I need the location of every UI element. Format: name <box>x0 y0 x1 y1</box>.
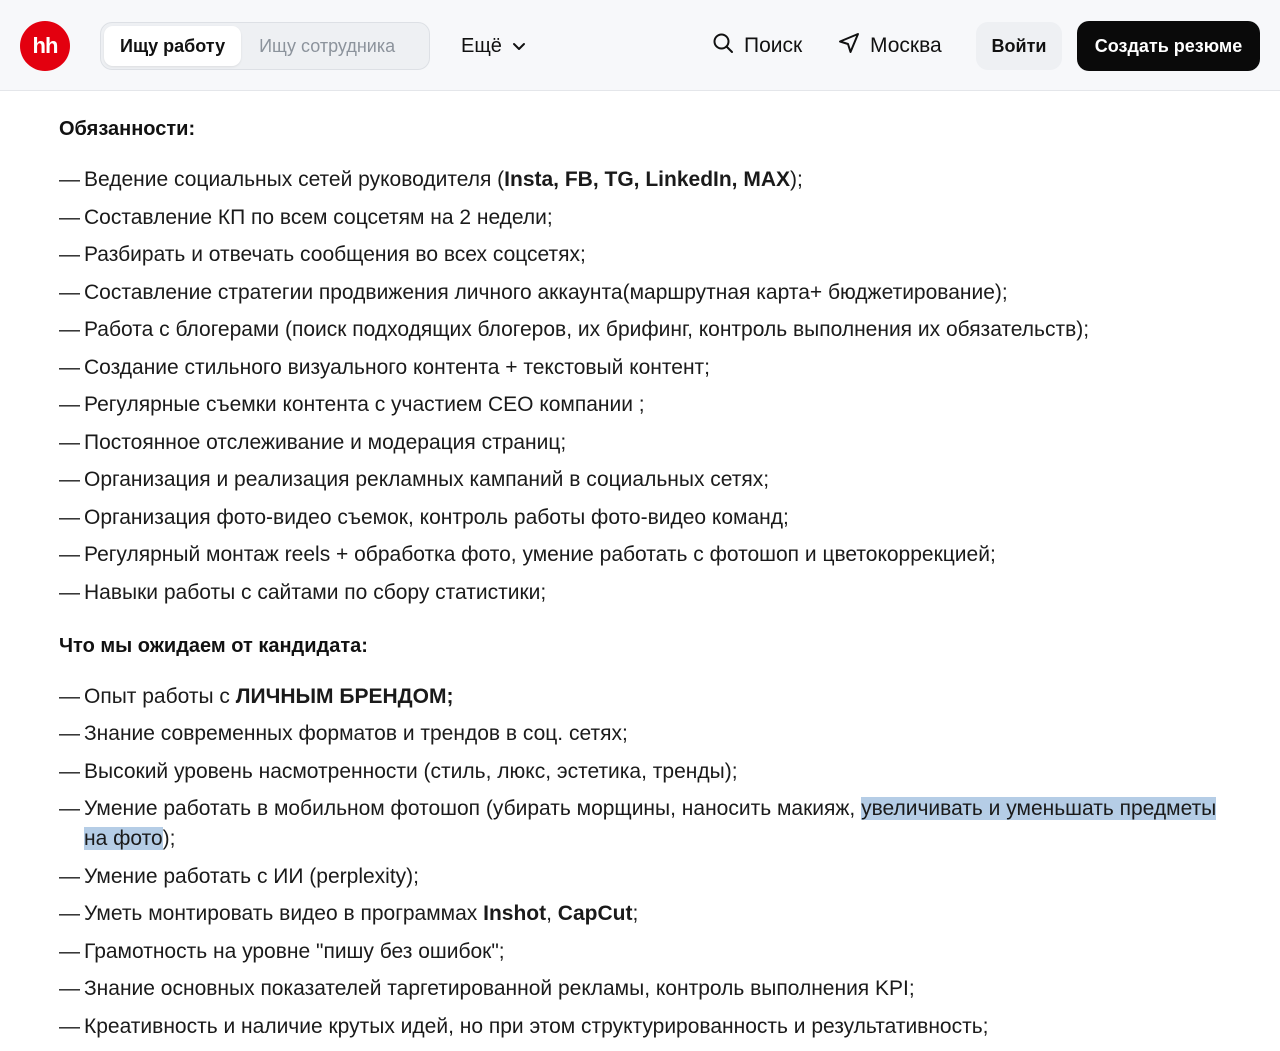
requirements-list: Опыт работы с ЛИЧНЫМ БРЕНДОМ; Знание сов… <box>59 682 1229 1042</box>
more-menu-button[interactable]: Ещё <box>461 22 526 70</box>
list-item: Работа с блогерами (поиск подходящих бло… <box>59 315 1229 345</box>
chevron-down-icon <box>512 35 526 58</box>
tab-job-seeker[interactable]: Ищу работу <box>104 26 242 66</box>
duties-title: Обязанности: <box>59 118 196 140</box>
list-item: Организация фото-видео съемок, контроль … <box>59 503 1229 533</box>
list-item: Грамотность на уровне "пишу без ошибок"; <box>59 937 1229 967</box>
list-item: Регулярные съемки контента с участием CE… <box>59 390 1229 420</box>
list-item: Знание основных показателей таргетирован… <box>59 974 1229 1004</box>
list-item: Высокий уровень насмотренности (стиль, л… <box>59 757 1229 787</box>
more-label: Ещё <box>461 34 502 57</box>
city-selector[interactable]: Москва <box>838 22 942 70</box>
list-item: Опыт работы с ЛИЧНЫМ БРЕНДОМ; <box>59 682 1229 712</box>
list-item: Знание современных форматов и трендов в … <box>59 719 1229 749</box>
list-item: Регулярный монтаж reels + обработка фото… <box>59 540 1229 570</box>
list-item: Создание стильного визуального контента … <box>59 353 1229 383</box>
social-networks-bold: Insta, FB, TG, LinkedIn, MAX <box>504 168 791 191</box>
requirements-title: Что мы ожидаем от кандидата: <box>59 634 368 657</box>
list-item: Умение работать с ИИ (perplexity); <box>59 862 1229 892</box>
search-label: Поиск <box>744 34 803 57</box>
hh-logo[interactable]: hh <box>20 21 70 71</box>
vacancy-description: Обязанности: Ведение социальных сетей ру… <box>59 91 1229 1049</box>
list-item: Разбирать и отвечать сообщения во всех с… <box>59 240 1229 270</box>
list-item: Организация и реализация рекламных кампа… <box>59 465 1229 495</box>
tab-employer[interactable]: Ищу сотрудника <box>241 26 411 66</box>
personal-brand-bold: ЛИЧНЫМ БРЕНДОМ; <box>235 684 454 708</box>
search-button[interactable]: Поиск <box>712 22 802 70</box>
role-switch: Ищу работу Ищу сотрудника <box>100 22 430 70</box>
list-item: Постоянное отслеживание и модерация стра… <box>59 428 1229 458</box>
search-icon <box>712 32 734 60</box>
inshot-bold: Inshot <box>483 902 547 925</box>
list-item: Составление КП по всем соцсетям на 2 нед… <box>59 203 1229 233</box>
duties-list: Ведение социальных сетей руководителя (I… <box>59 165 1229 608</box>
list-item: Креативность и наличие крутых идей, но п… <box>59 1012 1229 1042</box>
list-item: Составление стратегии продвижения личног… <box>59 278 1229 308</box>
list-item: Умение работать в мобильном фотошоп (уби… <box>59 794 1229 854</box>
list-item: Ведение социальных сетей руководителя (I… <box>59 165 1229 195</box>
login-button[interactable]: Войти <box>976 22 1062 70</box>
create-resume-button[interactable]: Создать резюме <box>1077 21 1260 71</box>
list-item: Уметь монтировать видео в программах Ins… <box>59 899 1229 929</box>
location-arrow-icon <box>838 32 860 60</box>
top-header: hh Ищу работу Ищу сотрудника Ещё Поиск М… <box>0 0 1280 91</box>
list-item: Навыки работы с сайтами по сбору статист… <box>59 578 1229 608</box>
city-label: Москва <box>870 34 942 57</box>
capcut-bold: CapCut <box>557 902 633 925</box>
